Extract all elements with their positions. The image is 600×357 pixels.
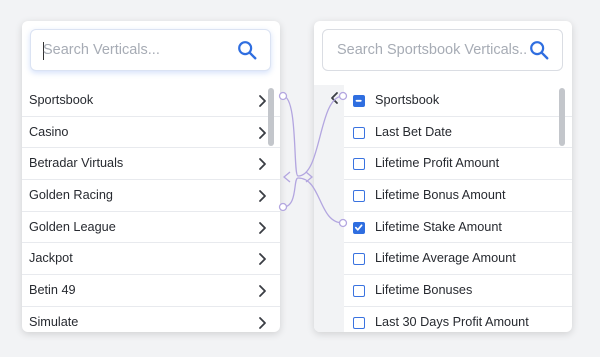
checkbox-item-label: Sportsbook	[375, 93, 440, 107]
vertical-item-label: Betradar Virtuals	[29, 156, 124, 171]
chevron-right-icon	[259, 221, 266, 234]
search-icon[interactable]	[236, 39, 258, 61]
indeterminate-checkbox[interactable]	[353, 95, 365, 107]
verticals-search-input[interactable]	[43, 30, 233, 70]
checkbox[interactable]	[353, 190, 365, 203]
verticals-search-box[interactable]	[30, 29, 271, 71]
checkbox-item[interactable]: Lifetime Bonus Amount	[344, 180, 572, 212]
sportsbook-search-box[interactable]	[322, 29, 563, 71]
checked-checkbox[interactable]	[353, 221, 365, 234]
chevron-right-icon	[259, 316, 266, 329]
vertical-item[interactable]: Casino	[22, 117, 280, 149]
checkbox-item[interactable]: Sportsbook	[344, 85, 572, 117]
search-icon[interactable]	[528, 39, 550, 61]
sportsbook-verticals-panel: Sportsbook Last Bet Date Lifetime Profit…	[314, 21, 572, 332]
checkbox[interactable]	[353, 285, 365, 298]
vertical-item[interactable]: Golden Racing	[22, 180, 280, 212]
checkbox-item-label: Lifetime Profit Amount	[375, 156, 500, 171]
checkbox-item[interactable]: Lifetime Profit Amount	[344, 148, 572, 181]
checkbox-item-label: Last Bet Date	[375, 124, 452, 139]
checkbox[interactable]	[353, 158, 365, 171]
vertical-item-label: Simulate	[29, 314, 79, 329]
connector-line	[282, 95, 299, 177]
vertical-item-label: Betin 49	[29, 283, 76, 298]
connector-node	[278, 91, 288, 101]
vertical-item[interactable]: Golden League	[22, 212, 280, 244]
vertical-item-label: Casino	[29, 124, 69, 139]
minus-icon	[355, 99, 362, 102]
checkbox-item-label: Lifetime Average Amount	[375, 251, 516, 266]
vertical-item[interactable]: Betradar Virtuals	[22, 148, 280, 181]
checkbox[interactable]	[353, 316, 365, 329]
sportsbook-verticals-list: Sportsbook Last Bet Date Lifetime Profit…	[314, 85, 572, 332]
sportsbook-scrollbar[interactable]	[559, 88, 565, 146]
checkbox-item-label: Lifetime Bonuses	[375, 283, 473, 298]
chevron-right-icon	[259, 95, 266, 107]
checkbox-item-label: Last 30 Days Profit Amount	[375, 314, 529, 329]
connector-line	[282, 177, 299, 208]
checkbox-item-label: Lifetime Bonus Amount	[375, 188, 506, 203]
checkbox-item[interactable]: Lifetime Average Amount	[344, 243, 572, 276]
vertical-item-label: Jackpot	[29, 251, 73, 266]
vertical-item-label: Sportsbook	[29, 93, 94, 107]
checkbox[interactable]	[353, 253, 365, 266]
chevron-right-icon	[259, 126, 266, 139]
verticals-scrollbar[interactable]	[268, 88, 274, 146]
verticals-panel: Sportsbook Casino Betradar Virtuals Gold…	[22, 21, 280, 332]
sportsbook-search-input[interactable]	[337, 30, 527, 70]
arrow-left-icon	[282, 171, 291, 183]
connector-node	[278, 202, 288, 212]
checkbox-item-label: Lifetime Stake Amount	[375, 219, 502, 234]
chevron-right-icon	[259, 253, 266, 266]
vertical-item-label: Golden League	[29, 219, 116, 234]
chevron-right-icon	[259, 158, 266, 171]
checkbox-item[interactable]: Lifetime Bonuses	[344, 275, 572, 307]
vertical-item-label: Golden Racing	[29, 188, 113, 203]
chevron-right-icon	[259, 285, 266, 298]
verticals-list: Sportsbook Casino Betradar Virtuals Gold…	[22, 85, 280, 332]
vertical-item[interactable]: Jackpot	[22, 243, 280, 276]
checkbox[interactable]	[353, 126, 365, 139]
checkbox-item[interactable]: Last Bet Date	[344, 117, 572, 149]
checkbox-item[interactable]: Lifetime Stake Amount	[344, 212, 572, 244]
vertical-item[interactable]: Betin 49	[22, 275, 280, 307]
vertical-item[interactable]: Sportsbook	[22, 85, 280, 117]
check-icon	[354, 224, 363, 231]
vertical-item[interactable]: Simulate	[22, 307, 280, 332]
chevron-right-icon	[259, 190, 266, 202]
arrow-right-icon	[305, 171, 314, 183]
checkbox-item[interactable]: Last 30 Days Profit Amount	[344, 307, 572, 332]
